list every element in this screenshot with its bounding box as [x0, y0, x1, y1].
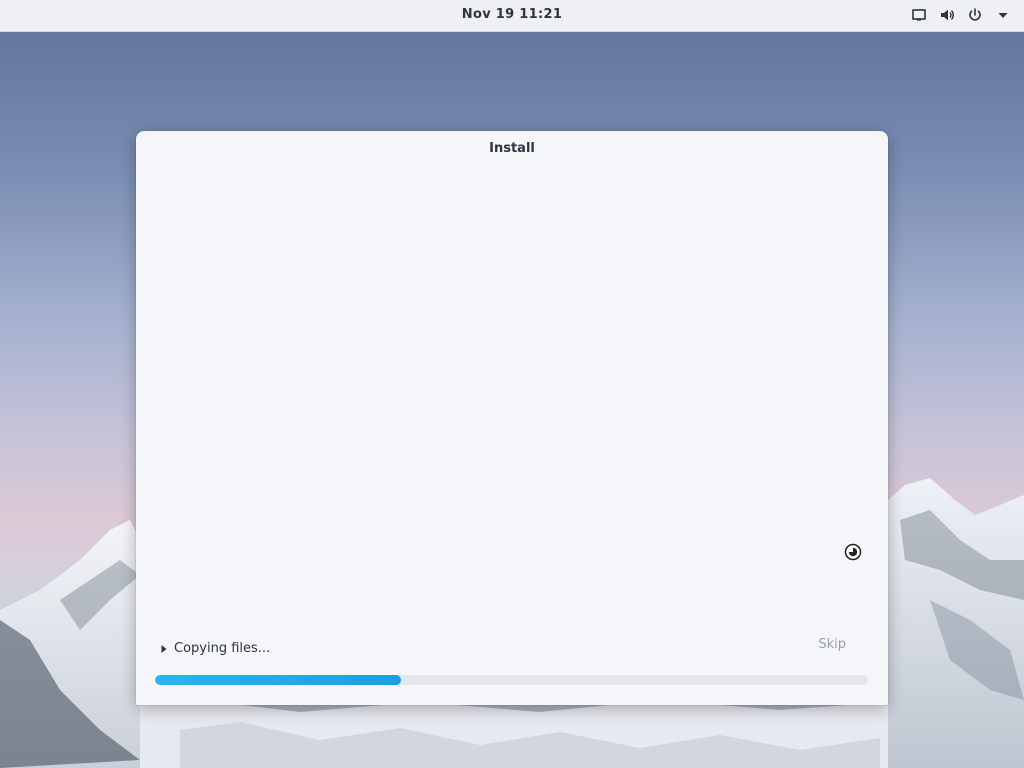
progress-bar [155, 675, 868, 685]
skip-button[interactable]: Skip [818, 637, 846, 652]
power-icon[interactable] [966, 6, 984, 24]
top-panel: Nov 19 11:21 [0, 0, 1024, 32]
clock[interactable]: Nov 19 11:21 [0, 7, 1024, 22]
progress-fill [155, 675, 401, 685]
status-text: Copying files... [174, 641, 271, 656]
window-title: Install [489, 141, 535, 156]
expander-arrow-icon[interactable] [160, 644, 168, 654]
details-expander[interactable]: Copying files... [160, 641, 270, 656]
screen-icon[interactable] [910, 6, 928, 24]
system-tray[interactable] [910, 6, 1012, 24]
volume-icon[interactable] [938, 6, 956, 24]
busy-cursor-icon [844, 543, 862, 561]
install-window: Install Copying files... Skip [136, 131, 888, 705]
desktop: Nov 19 11:21 Install Copying files... Sk… [0, 0, 1024, 768]
menu-arrow-icon[interactable] [994, 6, 1012, 24]
